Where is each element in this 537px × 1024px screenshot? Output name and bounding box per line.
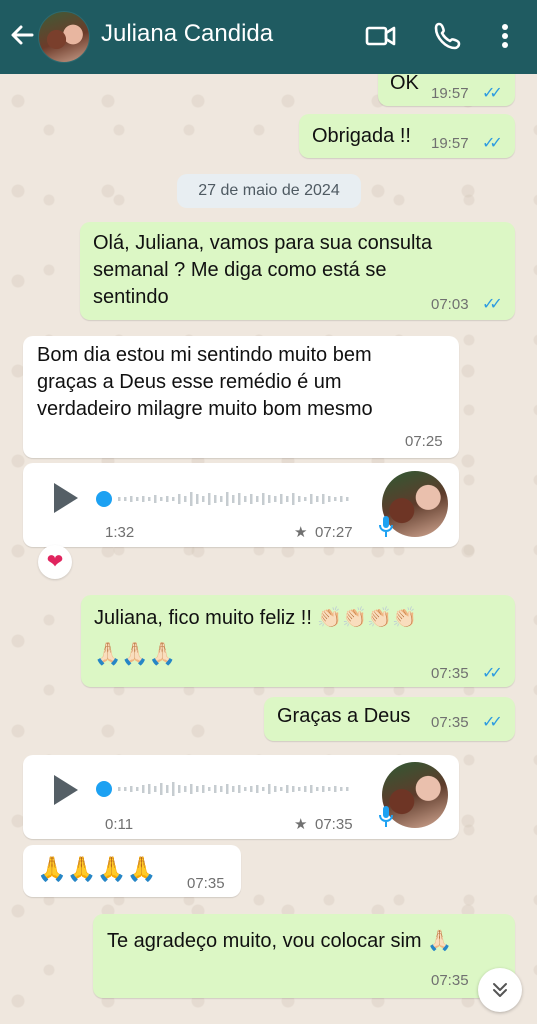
date-separator: 27 de maio de 2024 — [177, 174, 361, 208]
message-text: Obrigada !! — [312, 125, 411, 147]
microphone-icon — [379, 516, 393, 537]
message-text: Juliana, fico muito feliz !! 👏🏻👏🏻👏🏻👏🏻 🙏🏻… — [94, 605, 417, 667]
audio-duration: 0:11 — [105, 816, 134, 833]
message-text: Te agradeço muito, vou colocar sim 🙏🏻 — [107, 930, 453, 952]
message-bubble-outgoing[interactable]: Juliana, fico muito feliz !! 👏🏻👏🏻👏🏻👏🏻 🙏🏻… — [81, 595, 515, 687]
video-call-icon[interactable] — [364, 20, 398, 52]
play-icon[interactable] — [54, 775, 78, 805]
message-line: Bom dia estou mi sentindo muito bem — [37, 344, 372, 366]
message-text: 🙏🙏🙏🙏 — [37, 856, 157, 883]
message-time: 07:35 — [431, 972, 469, 989]
microphone-icon — [379, 806, 393, 827]
more-options-icon[interactable] — [497, 20, 513, 52]
message-text: Graças a Deus — [277, 705, 411, 727]
message-bubble-incoming[interactable]: Bom dia estou mi sentindo muito bem graç… — [23, 336, 459, 458]
message-bubble-outgoing[interactable]: Olá, Juliana, vamos para sua consulta se… — [80, 222, 515, 320]
read-receipt-icon: ✓✓ — [482, 714, 503, 731]
message-bubble-outgoing[interactable]: Te agradeço muito, vou colocar sim 🙏🏻 07… — [93, 914, 515, 998]
message-bubble-outgoing[interactable]: Graças a Deus 07:35 ✓✓ — [264, 697, 515, 741]
message-time: 19:57 — [431, 135, 469, 152]
read-receipt-icon: ✓✓ — [482, 135, 503, 152]
read-receipt-icon: ✓✓ — [482, 296, 503, 313]
read-receipt-icon: ✓✓ — [482, 665, 503, 682]
message-time: 07:03 — [431, 296, 469, 313]
audio-progress-dot[interactable] — [96, 781, 112, 797]
voice-message-incoming[interactable]: 0:11 ★ 07:35 — [23, 755, 459, 839]
message-line: Olá, Juliana, vamos para sua consulta — [93, 232, 433, 254]
heart-reaction[interactable]: ❤ — [38, 545, 72, 579]
phone-icon[interactable] — [432, 20, 464, 52]
starred-icon: ★ — [294, 816, 308, 833]
chevron-double-down-icon — [493, 983, 507, 997]
message-line: Juliana, fico muito feliz !! 👏🏻👏🏻👏🏻👏🏻 — [94, 607, 418, 629]
starred-icon: ★ — [294, 524, 308, 541]
read-receipt-icon: ✓✓ — [482, 85, 503, 102]
message-time: 07:35 — [431, 665, 469, 682]
message-text: Olá, Juliana, vamos para sua consulta se… — [93, 230, 432, 311]
audio-waveform[interactable] — [118, 779, 356, 799]
message-text: OK — [390, 72, 419, 94]
audio-waveform[interactable] — [118, 489, 356, 509]
message-line: verdadeiro milagre muito bom mesmo — [37, 398, 373, 420]
message-time: 07:35 — [315, 816, 353, 833]
message-line: sentindo — [93, 286, 169, 308]
message-time: 07:35 — [431, 714, 469, 731]
contact-name[interactable]: Juliana Candida — [101, 20, 273, 48]
message-time: 19:57 — [431, 85, 469, 102]
message-text: Bom dia estou mi sentindo muito bem graç… — [37, 342, 373, 423]
message-line: semanal ? Me diga como está se — [93, 259, 387, 281]
message-line: graças a Deus esse remédio é um — [37, 371, 342, 393]
message-time: 07:35 — [187, 875, 225, 892]
play-icon[interactable] — [54, 483, 78, 513]
message-bubble-incoming[interactable]: 🙏🙏🙏🙏 07:35 — [23, 845, 241, 897]
chat-header: Juliana Candida — [0, 0, 537, 74]
back-arrow-icon[interactable] — [8, 21, 38, 51]
voice-message-incoming[interactable]: 1:32 ★ 07:27 — [23, 463, 459, 547]
message-time: 07:27 — [315, 524, 353, 541]
contact-avatar[interactable] — [38, 11, 90, 63]
message-time: 07:25 — [405, 433, 443, 450]
audio-duration: 1:32 — [105, 524, 135, 541]
audio-progress-dot[interactable] — [96, 491, 112, 507]
message-line: 🙏🏻🙏🏻🙏🏻 — [94, 641, 177, 666]
scroll-to-bottom-button[interactable] — [478, 968, 522, 1012]
message-bubble-outgoing[interactable]: Obrigada !! 19:57 ✓✓ — [299, 114, 515, 158]
